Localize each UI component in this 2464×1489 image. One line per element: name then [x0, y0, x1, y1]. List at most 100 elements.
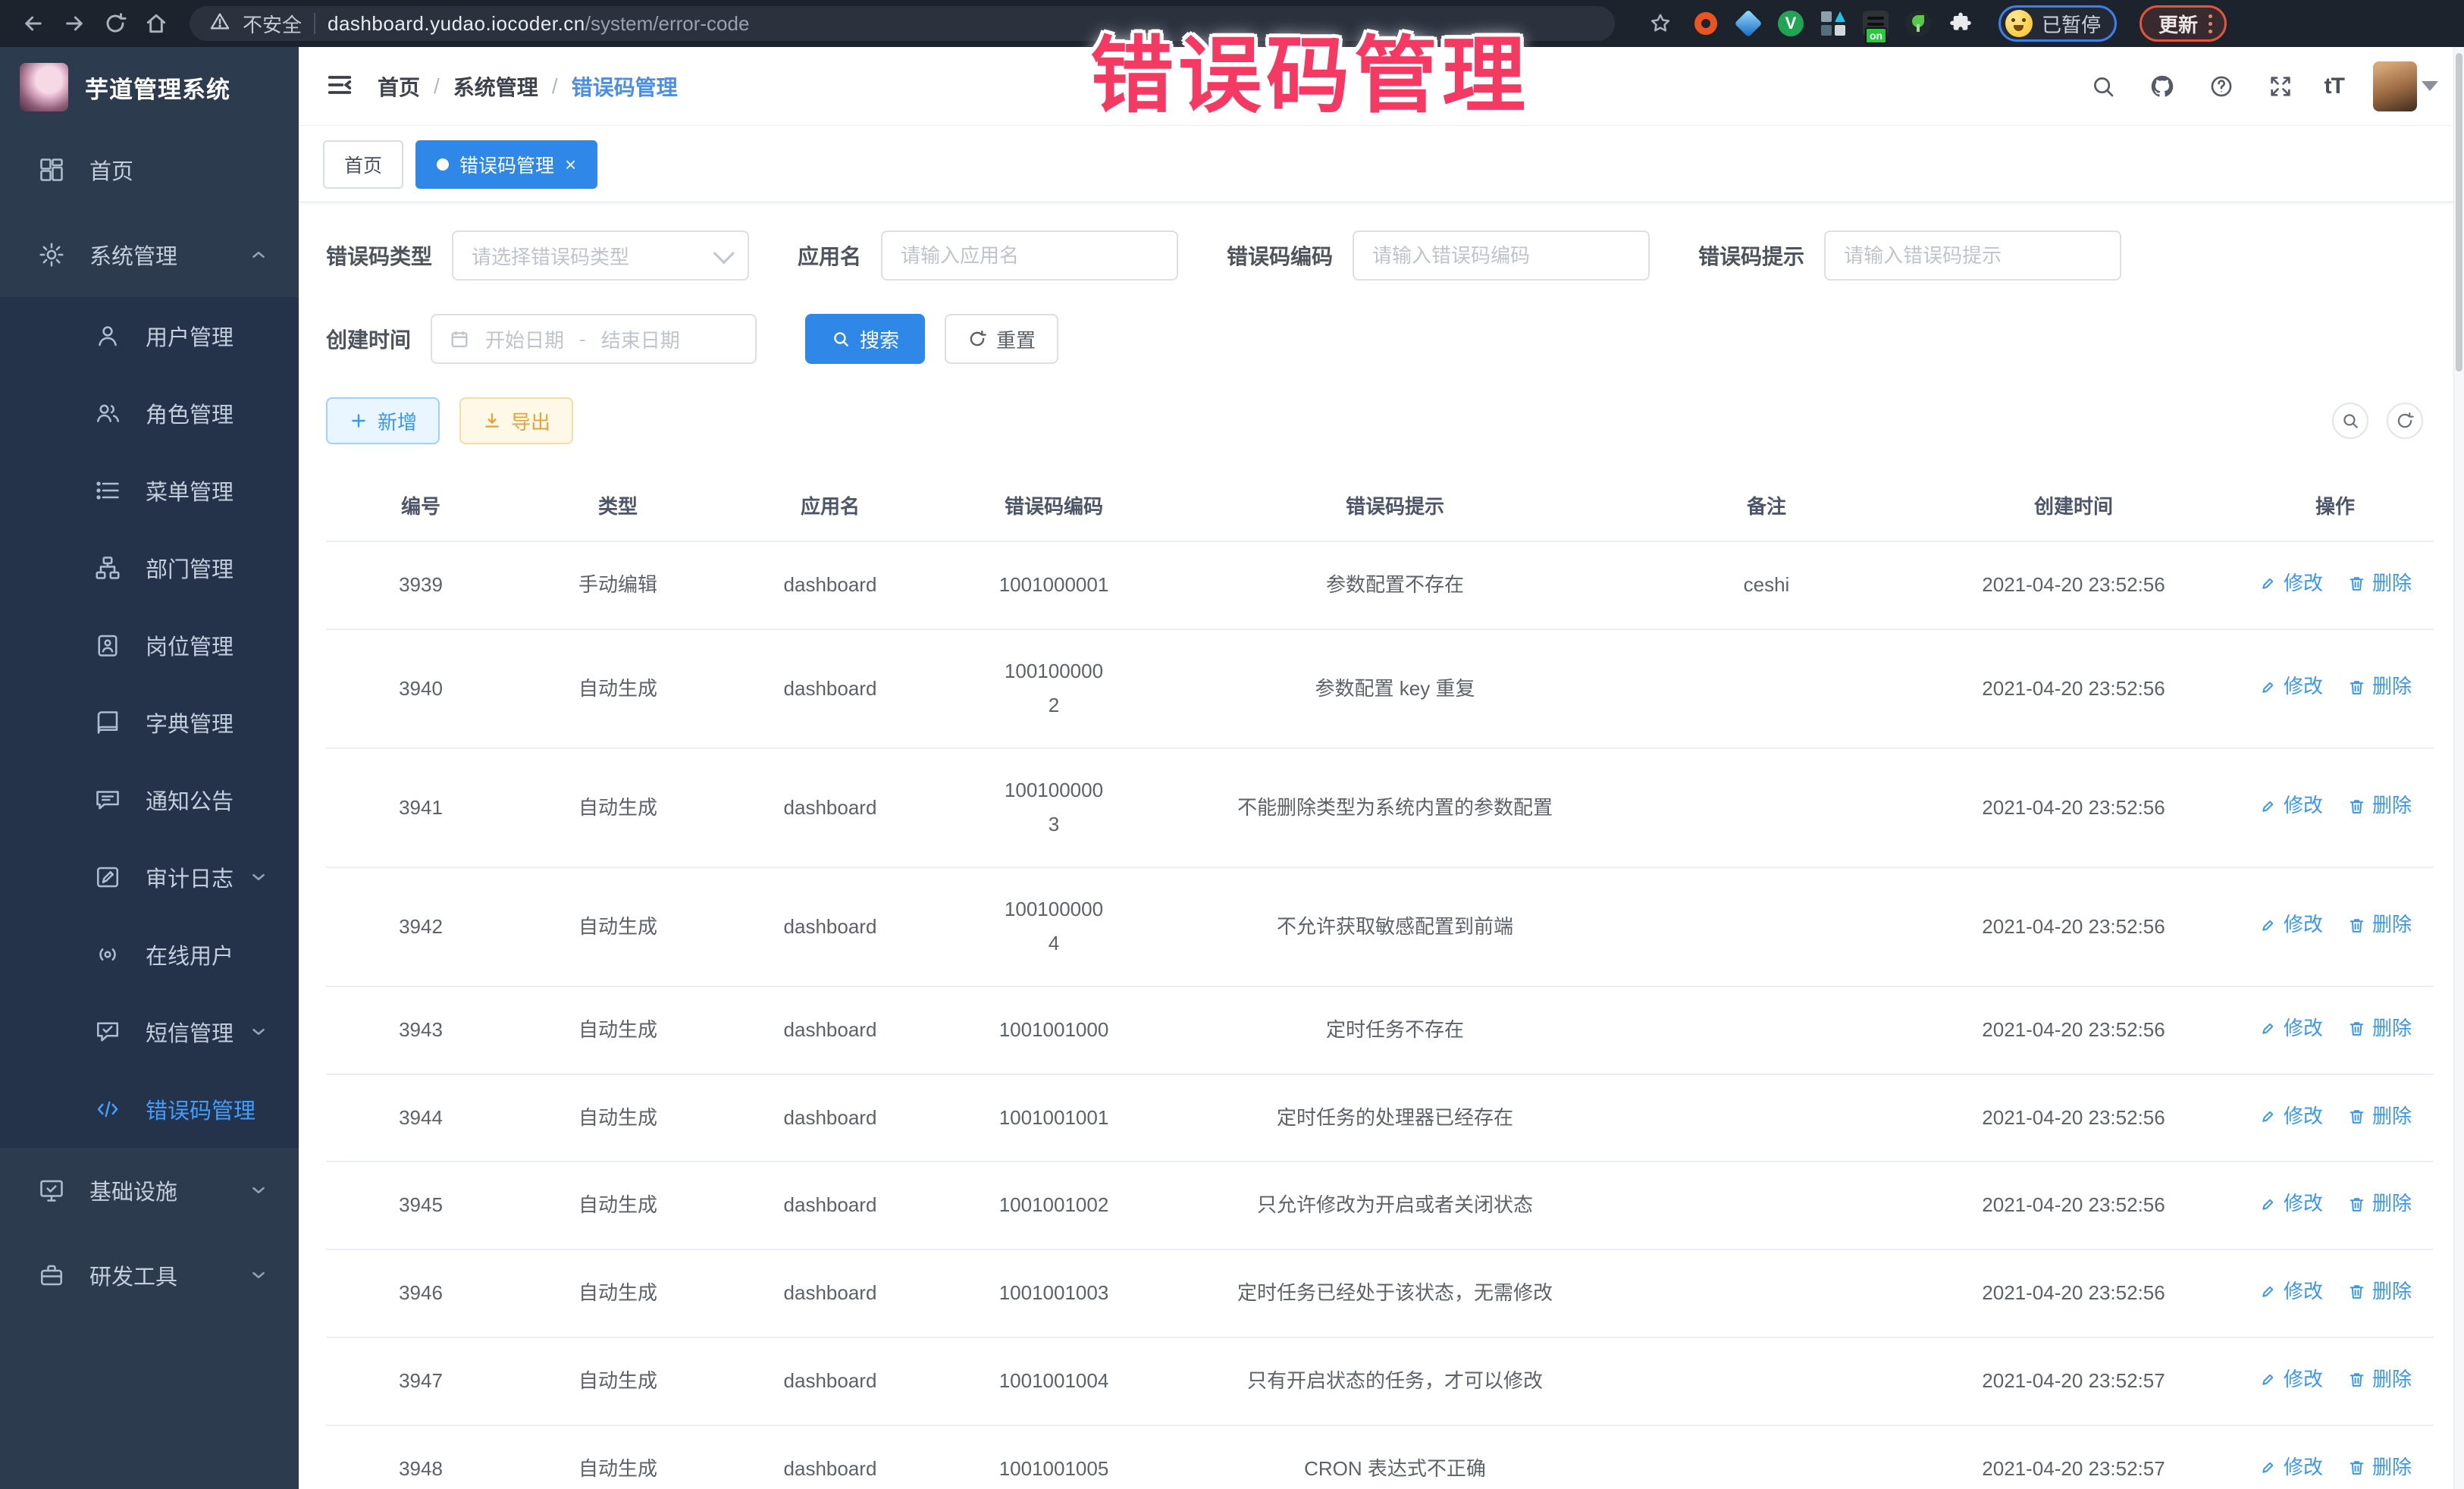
edit-link[interactable]: 修改	[2259, 1450, 2323, 1485]
cell-time: 2021-04-20 23:52:57	[1911, 1337, 2237, 1425]
delete-link[interactable]: 删除	[2347, 1011, 2412, 1046]
sidebar-item-岗位管理[interactable]: 岗位管理	[0, 607, 299, 684]
refresh-table-button[interactable]	[2387, 403, 2423, 439]
home-icon[interactable]	[140, 7, 173, 40]
user-icon	[92, 321, 123, 351]
cell-operations: 修改删除	[2237, 629, 2434, 748]
toggle-search-button[interactable]	[2332, 403, 2368, 439]
refresh-icon	[967, 329, 987, 349]
error-hint-input[interactable]	[1824, 230, 2121, 281]
extension-tampermonkey-icon[interactable]: on	[1862, 10, 1889, 37]
edit-link[interactable]: 修改	[2259, 1011, 2323, 1046]
edit-link[interactable]: 修改	[2259, 566, 2323, 601]
sidebar-item-菜单管理[interactable]: 菜单管理	[0, 452, 299, 529]
sidebar-item-审计日志[interactable]: 审计日志	[0, 839, 299, 916]
error-type-label: 错误码类型	[326, 240, 432, 271]
reload-icon[interactable]	[99, 7, 132, 40]
close-icon[interactable]: ×	[565, 155, 576, 174]
delete-link[interactable]: 删除	[2347, 1186, 2412, 1221]
edit-icon	[2259, 1458, 2277, 1477]
sidebar-item-字典管理[interactable]: 字典管理	[0, 684, 299, 761]
bookmark-star-icon[interactable]	[1644, 7, 1677, 40]
cell-note	[1622, 1337, 1911, 1425]
edit-link[interactable]: 修改	[2259, 1362, 2323, 1397]
page-scrollbar[interactable]	[2453, 47, 2464, 1489]
sidebar-item-研发工具[interactable]: 研发工具	[0, 1233, 299, 1318]
reset-button[interactable]: 重置	[945, 314, 1058, 364]
cell-operations: 修改删除	[2237, 541, 2434, 629]
sidebar-item-短信管理[interactable]: 短信管理	[0, 993, 299, 1071]
breadcrumb-home[interactable]: 首页	[378, 71, 420, 102]
sidebar-item-系统管理[interactable]: 系统管理	[0, 212, 299, 297]
delete-link[interactable]: 删除	[2347, 669, 2412, 704]
paused-label: 已暂停	[2042, 10, 2101, 38]
delete-link[interactable]: 删除	[2347, 908, 2412, 942]
tag-home[interactable]: 首页	[323, 140, 403, 189]
delete-link[interactable]: 删除	[2347, 1099, 2412, 1134]
trash-icon	[2347, 574, 2366, 593]
edit-link[interactable]: 修改	[2259, 669, 2323, 704]
breadcrumb-system[interactable]: 系统管理	[453, 71, 538, 102]
extension-green-v-icon[interactable]: V	[1777, 10, 1804, 37]
edit-icon	[2259, 1019, 2277, 1038]
sidebar-item-角色管理[interactable]: 角色管理	[0, 375, 299, 452]
create-time-range-picker[interactable]: 开始日期 - 结束日期	[431, 314, 757, 364]
sidebar-item-在线用户[interactable]: 在线用户	[0, 916, 299, 993]
search-icon[interactable]	[2088, 71, 2118, 102]
sidebar-item-部门管理[interactable]: 部门管理	[0, 529, 299, 607]
menu-item-label: 通知公告	[146, 784, 268, 816]
extension-gem-icon[interactable]	[1735, 10, 1762, 37]
cell-operations: 修改删除	[2237, 1425, 2434, 1489]
delete-link[interactable]: 删除	[2347, 788, 2412, 823]
edit-link-label: 修改	[2284, 1362, 2323, 1397]
font-size-icon[interactable]: tT	[2324, 74, 2344, 99]
edit-link-label: 修改	[2284, 1450, 2323, 1485]
extension-grid-icon[interactable]	[1820, 10, 1847, 37]
sidebar-item-错误码管理[interactable]: 错误码管理	[0, 1071, 299, 1148]
delete-link[interactable]: 删除	[2347, 1362, 2412, 1397]
extension-puzzle-icon[interactable]	[1947, 10, 1974, 37]
browser-menu-icon[interactable]	[2209, 14, 2212, 33]
profile-paused-badge[interactable]: 已暂停	[1998, 5, 2117, 42]
user-menu[interactable]	[2373, 61, 2438, 111]
edit-link[interactable]: 修改	[2259, 1274, 2323, 1309]
edit-link-label: 修改	[2284, 669, 2323, 704]
app-logo-row[interactable]: 芋道管理系统	[0, 47, 299, 127]
edit-link[interactable]: 修改	[2259, 908, 2323, 942]
github-icon[interactable]	[2147, 71, 2177, 102]
sidebar-item-基础设施[interactable]: 基础设施	[0, 1148, 299, 1233]
app-name-input[interactable]	[881, 230, 1178, 281]
scrollbar-thumb[interactable]	[2456, 53, 2462, 371]
tag-error-code[interactable]: 错误码管理 ×	[415, 140, 597, 189]
collapse-menu-icon[interactable]	[324, 70, 358, 103]
sidebar-item-首页[interactable]: 首页	[0, 127, 299, 212]
sidebar-item-通知公告[interactable]: 通知公告	[0, 761, 299, 839]
extension-orange-icon[interactable]	[1692, 10, 1719, 37]
delete-link[interactable]: 删除	[2347, 1274, 2412, 1309]
menu-item-label: 在线用户	[146, 939, 268, 970]
delete-link[interactable]: 删除	[2347, 1450, 2412, 1485]
sidebar-item-用户管理[interactable]: 用户管理	[0, 297, 299, 375]
menu-item-label: 部门管理	[146, 552, 268, 584]
forward-icon[interactable]	[58, 7, 91, 40]
error-type-select[interactable]: 请选择错误码类型	[452, 230, 749, 281]
cell-time: 2021-04-20 23:52:56	[1911, 867, 2237, 986]
browser-update-button[interactable]: 更新	[2140, 5, 2227, 42]
back-icon[interactable]	[17, 7, 50, 40]
menu-item-label: 基础设施	[89, 1174, 249, 1206]
col-msg: 错误码提示	[1168, 470, 1622, 541]
id-badge-icon	[92, 630, 123, 660]
export-button[interactable]: 导出	[459, 397, 573, 444]
delete-link[interactable]: 删除	[2347, 566, 2412, 601]
extension-sprout-icon[interactable]	[1904, 10, 1932, 37]
search-icon	[831, 329, 851, 349]
edit-link[interactable]: 修改	[2259, 1186, 2323, 1221]
delete-link-label: 删除	[2372, 1099, 2412, 1134]
edit-link[interactable]: 修改	[2259, 788, 2323, 823]
error-code-input[interactable]	[1353, 230, 1650, 281]
fullscreen-icon[interactable]	[2265, 71, 2296, 102]
help-icon[interactable]	[2206, 71, 2237, 102]
edit-link[interactable]: 修改	[2259, 1099, 2323, 1134]
add-button[interactable]: 新增	[326, 397, 440, 444]
search-button[interactable]: 搜索	[805, 314, 925, 364]
